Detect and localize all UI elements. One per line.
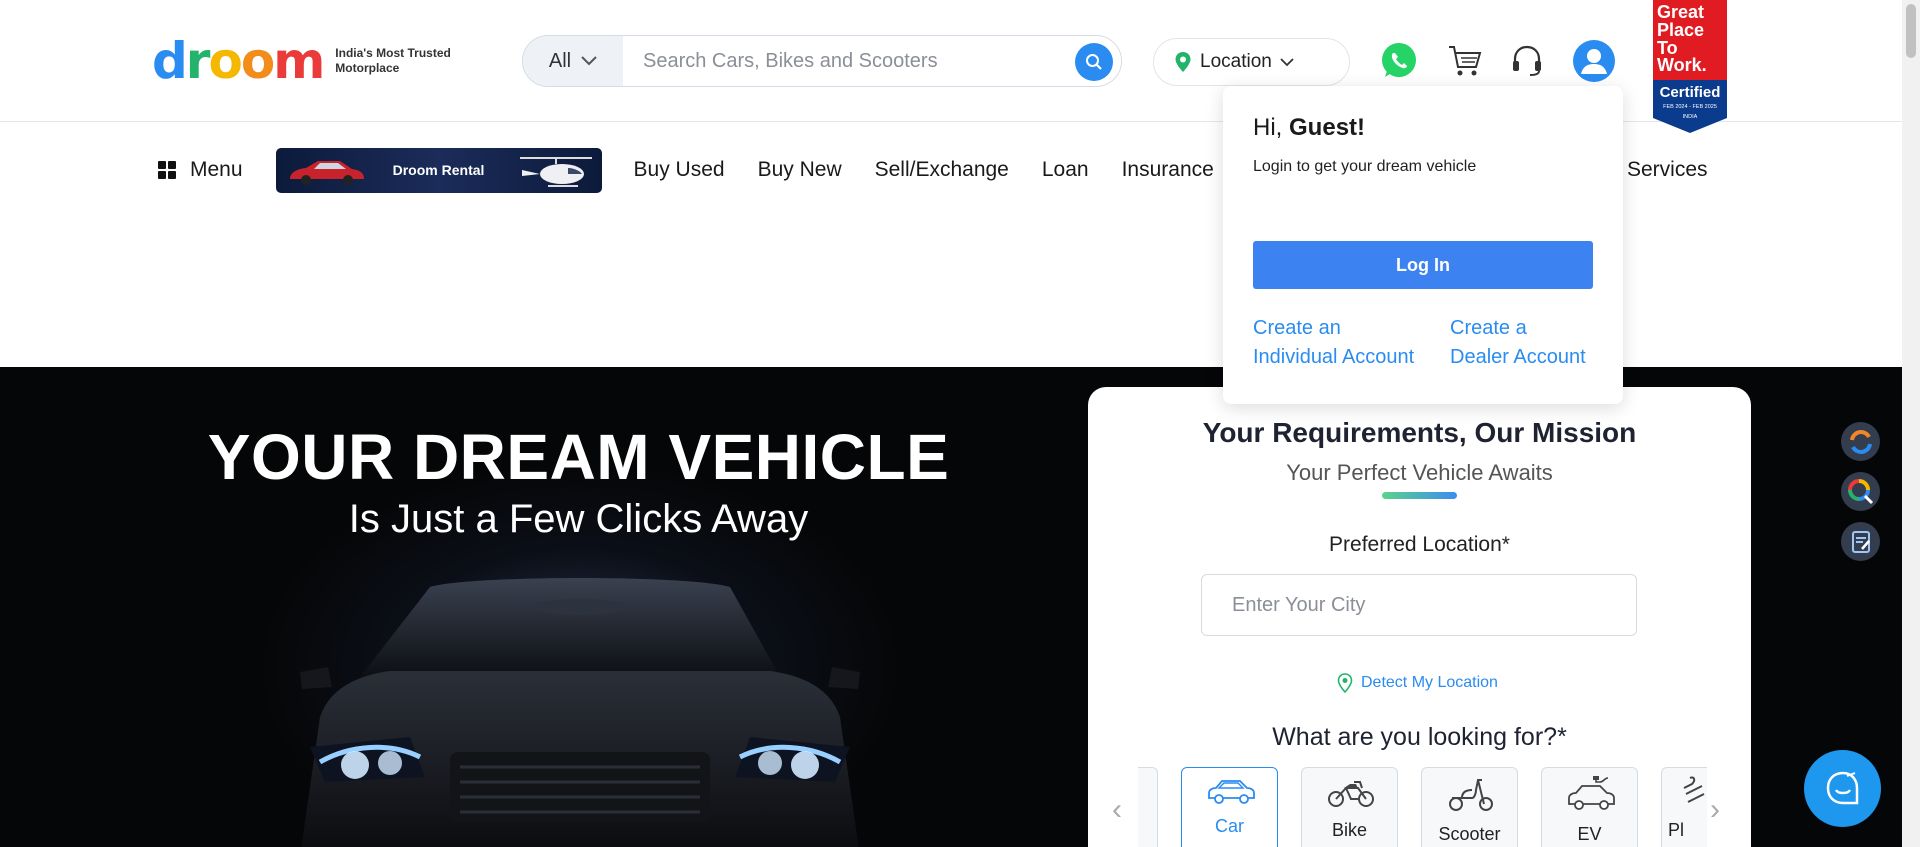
whatsapp-icon bbox=[1382, 43, 1416, 77]
menu-button[interactable]: Menu bbox=[158, 158, 243, 182]
cart-icon bbox=[1449, 46, 1482, 76]
side-widget-1[interactable] bbox=[1841, 422, 1880, 461]
create-dealer-account-link[interactable]: Create a Dealer Account bbox=[1450, 314, 1586, 372]
logo-tagline: India's Most Trusted Motorplace bbox=[335, 46, 451, 75]
vehicle-label-ev: EV bbox=[1577, 824, 1602, 844]
search-button[interactable] bbox=[1075, 43, 1113, 81]
vehicle-tile-bike[interactable]: Bike bbox=[1301, 767, 1398, 847]
bike-icon bbox=[1328, 781, 1374, 807]
rental-helicopter-image bbox=[519, 156, 592, 187]
hero-title: YOUR DREAM VEHICLE bbox=[207, 421, 950, 493]
droom-logo[interactable]: droom India's Most Trusted Motorplace bbox=[152, 36, 465, 86]
vehicle-label-bike: Bike bbox=[1331, 820, 1367, 840]
location-pin-icon bbox=[1337, 673, 1353, 693]
svg-text:FEB 2024 - FEB 2025: FEB 2024 - FEB 2025 bbox=[1663, 104, 1717, 110]
svg-text:INDIA: INDIA bbox=[1683, 114, 1698, 120]
detect-location-label: Detect My Location bbox=[1361, 674, 1498, 691]
gptw-badge-graphic: Great Place To Work. Certified FEB 2024 … bbox=[1653, 0, 1727, 133]
whatsapp-button[interactable] bbox=[1377, 39, 1421, 83]
vehicle-tile-ev[interactable]: EV bbox=[1541, 767, 1638, 847]
great-place-to-work-badge: Great Place To Work. Certified FEB 2024 … bbox=[1651, 0, 1729, 134]
vehicle-tile-scooter[interactable]: Scooter bbox=[1421, 767, 1518, 847]
form-title-underline bbox=[1382, 492, 1457, 499]
refresh-swap-icon bbox=[1849, 429, 1872, 454]
city-input[interactable] bbox=[1201, 574, 1637, 636]
vehicle-label-plane: Pl bbox=[1668, 820, 1685, 840]
side-widget-3[interactable] bbox=[1841, 522, 1880, 561]
droom-rental-banner[interactable]: Droom Rental bbox=[275, 147, 602, 193]
create-individual-account-link[interactable]: Create an Individual Account bbox=[1253, 314, 1414, 372]
vehicle-tile-car[interactable]: Car bbox=[1181, 767, 1278, 847]
svg-text:Place: Place bbox=[1657, 20, 1704, 40]
logo-wordmark: droom bbox=[152, 32, 325, 90]
nav-services[interactable]: Services bbox=[1627, 158, 1708, 182]
form-title: Your Requirements, Our Mission bbox=[1202, 417, 1637, 448]
carousel-prev-arrow[interactable]: ‹ bbox=[1112, 793, 1122, 827]
carousel-next-arrow[interactable]: › bbox=[1710, 793, 1720, 827]
cart-button[interactable] bbox=[1443, 39, 1487, 83]
location-label: Location bbox=[1200, 51, 1272, 72]
svg-text:Great: Great bbox=[1657, 2, 1704, 22]
search-input[interactable] bbox=[623, 36, 1121, 86]
page-scrollbar[interactable] bbox=[1902, 0, 1920, 847]
grid-menu-icon bbox=[158, 161, 176, 179]
vehicle-tile-partial[interactable] bbox=[1138, 767, 1158, 847]
svg-text:Work.: Work. bbox=[1657, 55, 1707, 75]
headset-icon bbox=[1513, 45, 1541, 76]
chat-button[interactable] bbox=[1804, 750, 1881, 827]
ev-car-icon bbox=[1568, 776, 1615, 810]
chat-icon bbox=[1826, 771, 1858, 804]
hero-subtitle: Is Just a Few Clicks Away bbox=[348, 497, 809, 541]
search-icon bbox=[1086, 54, 1102, 70]
support-button[interactable] bbox=[1505, 39, 1549, 83]
side-widget-2[interactable] bbox=[1841, 472, 1880, 511]
form-subtitle: Your Perfect Vehicle Awaits bbox=[1286, 460, 1553, 485]
vehicle-type-question: What are you looking for?* bbox=[1272, 723, 1567, 751]
hero-car-image bbox=[300, 578, 860, 847]
requirements-form-card: Your Requirements, Our Mission Your Perf… bbox=[1088, 387, 1751, 847]
car-icon bbox=[1208, 780, 1255, 804]
search-bar: All bbox=[522, 35, 1122, 87]
search-category-value: All bbox=[548, 49, 572, 72]
search-colorful-icon bbox=[1847, 478, 1873, 504]
rental-label: Droom Rental bbox=[392, 162, 485, 178]
chevron-down-icon bbox=[581, 56, 597, 66]
account-button[interactable] bbox=[1572, 39, 1616, 83]
nav-buy-used[interactable]: Buy Used bbox=[634, 158, 725, 182]
main-nav: Menu Droom Rental Buy Used Buy New Sell/… bbox=[158, 147, 1247, 193]
scrollbar-thumb[interactable] bbox=[1906, 4, 1916, 58]
vehicle-tile-plane[interactable]: Pl bbox=[1661, 767, 1707, 847]
location-pin-icon bbox=[1175, 52, 1191, 72]
preferred-location-label: Preferred Location* bbox=[1329, 533, 1510, 556]
popup-greeting: Hi, Guest! bbox=[1253, 114, 1366, 141]
rental-car-image bbox=[289, 160, 364, 185]
nav-sell-exchange[interactable]: Sell/Exchange bbox=[875, 158, 1009, 182]
popup-guest-name: Guest! bbox=[1289, 114, 1366, 141]
vehicle-label-car: Car bbox=[1214, 816, 1244, 836]
menu-label: Menu bbox=[190, 158, 243, 181]
nav-buy-new[interactable]: Buy New bbox=[758, 158, 842, 182]
scooter-icon bbox=[1449, 779, 1493, 811]
plane-icon bbox=[1683, 776, 1705, 803]
nav-insurance[interactable]: Insurance bbox=[1122, 158, 1214, 182]
location-selector[interactable]: Location bbox=[1153, 38, 1350, 86]
login-button[interactable]: Log In bbox=[1253, 241, 1593, 289]
popup-subtitle: Login to get your dream vehicle bbox=[1253, 158, 1477, 175]
detect-location-link[interactable]: Detect My Location bbox=[1337, 673, 1498, 693]
vehicle-label-scooter: Scooter bbox=[1438, 824, 1501, 844]
account-dropdown: Hi, Guest! Login to get your dream vehic… bbox=[1223, 86, 1623, 404]
search-category-select[interactable]: All bbox=[523, 36, 623, 86]
chevron-down-icon bbox=[1280, 57, 1294, 66]
svg-text:Certified: Certified bbox=[1660, 84, 1721, 101]
nav-loan[interactable]: Loan bbox=[1042, 158, 1089, 182]
document-edit-icon bbox=[1851, 530, 1870, 553]
user-icon bbox=[1573, 40, 1615, 82]
